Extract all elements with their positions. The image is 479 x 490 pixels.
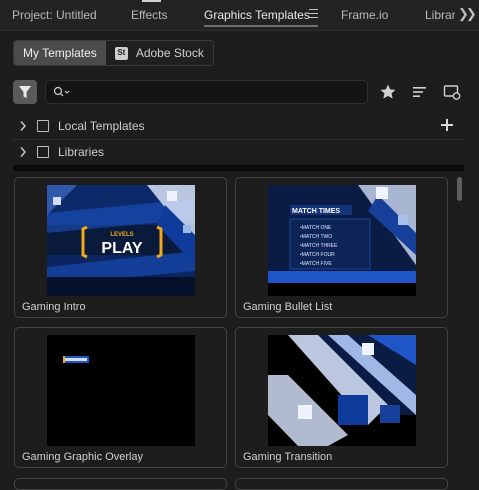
filter-icon [19,86,31,98]
folder-label: Libraries [58,145,105,159]
tab-frame-io[interactable]: Frame.io [341,8,388,22]
my-templates-button[interactable]: My Templates [14,41,106,65]
folder-row-local-templates[interactable]: Local Templates [13,113,464,139]
template-thumbnail [268,335,416,446]
template-source-toggle: My Templates St Adobe Stock [13,40,214,66]
template-name: Gaming Bullet List [243,301,333,313]
template-card-partial[interactable] [235,478,448,490]
thumb-item: •MATCH THREE [300,243,338,249]
tab-effects[interactable]: Effects [131,8,167,22]
filter-button[interactable] [13,80,37,104]
section-divider [13,165,464,171]
template-card-partial[interactable] [14,478,227,490]
tab-drag-indicator [142,0,161,2]
tab-graphics-templates[interactable]: Graphics Templates [204,8,310,22]
template-card-gaming-bullet-list[interactable]: MATCH TIMES •MATCH ONE •MATCH TWO •MATCH… [235,177,448,318]
adobe-stock-icon: St [114,46,128,60]
thumb-item: •MATCH FOUR [300,252,335,258]
template-thumbnail: MATCH TIMES •MATCH ONE •MATCH TWO •MATCH… [268,185,416,296]
template-thumbnail: LEVELS PLAY [47,185,195,296]
tab-libraries[interactable]: Librari [425,8,455,22]
template-card-gaming-transition[interactable]: Gaming Transition [235,327,448,468]
thumb-item: •MATCH ONE [300,225,332,231]
my-templates-label: My Templates [23,46,97,60]
adobe-stock-button[interactable]: St Adobe Stock [105,41,213,65]
thumb-item: •MATCH FIVE [300,261,332,267]
template-card-gaming-intro[interactable]: LEVELS PLAY Gaming Intro [14,177,227,318]
search-field[interactable] [45,80,368,104]
favorites-star-icon[interactable] [378,82,398,102]
tab-project[interactable]: Project: Untitled [12,8,97,22]
folder-label: Local Templates [58,119,145,133]
template-name: Gaming Graphic Overlay [22,451,144,463]
template-name: Gaming Intro [22,301,86,313]
search-icon [53,86,70,97]
folder-row-libraries[interactable]: Libraries [13,139,464,165]
search-input[interactable] [72,83,356,103]
sort-list-icon[interactable] [410,82,430,102]
thumb-item: •MATCH TWO [300,234,332,240]
scrollbar-thumb[interactable] [457,177,462,201]
new-folder-view-icon[interactable] [442,82,462,102]
panel-menu-icon[interactable] [309,9,318,18]
chevron-right-icon[interactable] [19,120,27,132]
thumb-top-label: LEVELS [110,232,133,238]
local-templates-checkbox[interactable] [37,120,49,132]
adobe-stock-label: Adobe Stock [135,46,204,60]
libraries-checkbox[interactable] [37,146,49,158]
template-thumbnail [47,335,195,446]
overflow-tabs-icon[interactable]: ❯❯ [458,6,477,22]
thumb-title: MATCH TIMES [292,208,340,215]
panel-tab-bar: Project: Untitled Effects Graphics Templ… [0,0,479,31]
chevron-right-icon[interactable] [19,146,27,158]
template-card-gaming-graphic-overlay[interactable]: Gaming Graphic Overlay [14,327,227,468]
template-name: Gaming Transition [243,451,333,463]
thumb-main-label: PLAY [101,240,143,257]
scrollbar[interactable] [455,174,464,483]
add-icon[interactable] [441,119,453,131]
active-tab-underline [204,25,318,27]
